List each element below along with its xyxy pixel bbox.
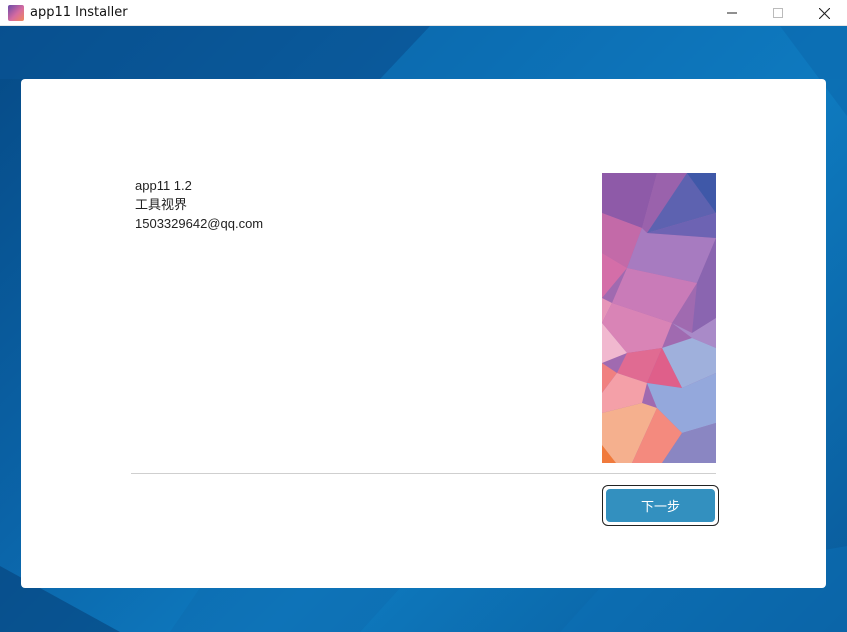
next-button[interactable]: 下一步 bbox=[606, 489, 715, 522]
next-button-focus-ring: 下一步 bbox=[602, 485, 719, 526]
product-author: 工具视界 bbox=[135, 197, 188, 212]
app-icon bbox=[8, 4, 24, 21]
banner-image bbox=[602, 173, 716, 463]
minimize-button[interactable] bbox=[709, 0, 755, 26]
installer-panel: app11 1.2 工具视界 1503329642@qq.com 下一步 bbox=[21, 79, 826, 588]
maximize-icon bbox=[773, 8, 783, 18]
product-info: app11 1.2 工具视界 1503329642@qq.com bbox=[135, 176, 263, 233]
close-button[interactable] bbox=[801, 0, 847, 26]
maximize-button[interactable] bbox=[755, 0, 801, 26]
close-icon bbox=[818, 7, 830, 19]
title-bar: app11 Installer bbox=[0, 0, 847, 26]
minimize-icon bbox=[727, 12, 737, 14]
window-title: app11 Installer bbox=[30, 5, 128, 20]
product-version: app11 1.2 bbox=[135, 178, 192, 193]
footer-divider bbox=[131, 473, 716, 474]
contact-email: 1503329642@qq.com bbox=[135, 216, 264, 231]
window-controls bbox=[709, 0, 847, 26]
installer-window: app11 Installer app11 1.2 工具视界 150332964… bbox=[0, 0, 847, 632]
